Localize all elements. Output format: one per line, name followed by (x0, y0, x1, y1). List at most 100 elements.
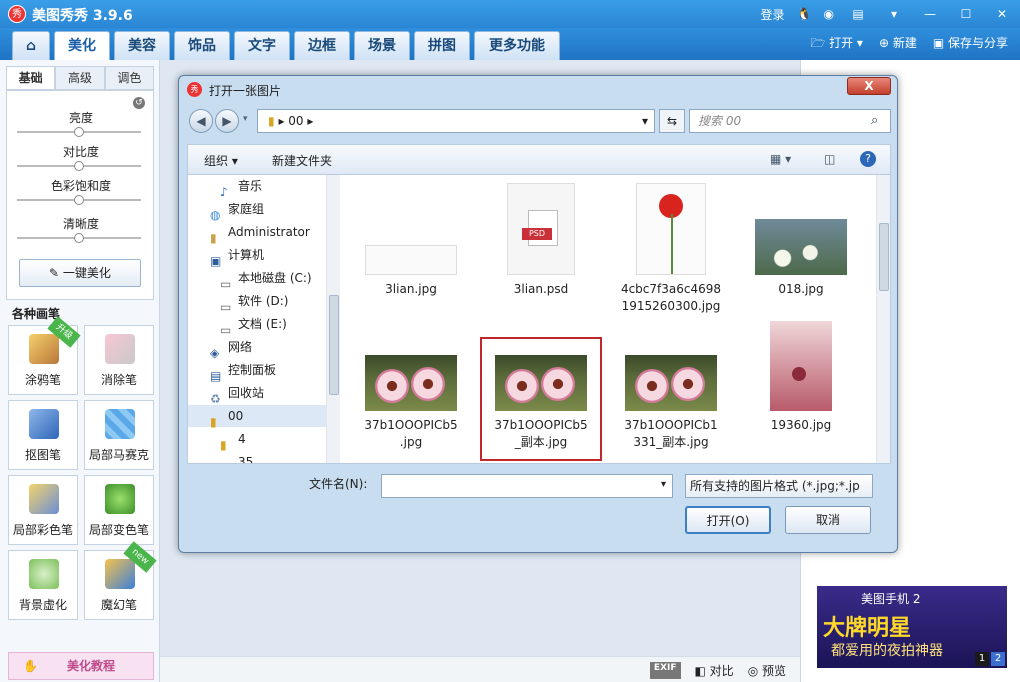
subtab-basic[interactable]: 基础 (6, 66, 56, 90)
menu-icon[interactable]: ▾ (882, 4, 906, 24)
search-input[interactable]: 搜索 00 (689, 109, 891, 133)
tool-bg-blur[interactable]: 背景虚化 (8, 550, 78, 620)
maximize-button[interactable]: ☐ (954, 4, 978, 24)
tool-magic-pen[interactable]: new 魔幻笔 (84, 541, 157, 620)
compare-button[interactable]: ◧ 对比 (695, 662, 734, 679)
tree-item-network[interactable]: ◈ 网络 (210, 336, 252, 360)
tab-scene[interactable]: 场景 (354, 31, 410, 60)
saturation-slider[interactable] (17, 195, 141, 205)
tab-beautify[interactable]: 美化 (54, 31, 110, 60)
skin-icon[interactable]: ▤ (846, 4, 870, 24)
tree-scroll-thumb[interactable] (329, 295, 339, 395)
filename-dropdown-icon[interactable]: ▾ (661, 479, 666, 490)
tab-more[interactable]: 更多功能 ▾ (474, 31, 560, 83)
file-item-selected[interactable]: 37b1OOOPICb5 _副本.jpg (486, 355, 596, 451)
subtab-advanced[interactable]: 高级 (55, 66, 105, 90)
slider-handle[interactable] (74, 127, 84, 137)
slider-handle[interactable] (74, 233, 84, 243)
open-file-button[interactable]: 打开(O) (685, 506, 771, 534)
forward-button[interactable]: ▶ (215, 109, 239, 133)
address-dropdown-icon[interactable]: ▾ (642, 110, 648, 132)
back-button[interactable]: ◀ (189, 109, 213, 133)
drive-icon: ▭ (220, 299, 232, 314)
login-link[interactable]: 登录 (761, 6, 785, 23)
close-button[interactable]: ✕ (990, 4, 1014, 24)
one-key-beautify-button[interactable]: ✎ 一键美化 (19, 259, 141, 287)
file-item[interactable]: 37b1OOOPICb5 .jpg (356, 355, 466, 451)
file-item[interactable]: 19360.jpg (746, 321, 856, 434)
tool-color-pen[interactable]: 局部彩色笔 (8, 475, 78, 545)
tool-doodle[interactable]: 升级 涂鸦笔 (8, 316, 81, 395)
tool-recolor-pen[interactable]: 局部变色笔 (84, 475, 154, 545)
tab-text[interactable]: 文字 (234, 31, 290, 60)
minimize-button[interactable]: — (918, 4, 942, 24)
exif-button[interactable]: EXIF (649, 662, 681, 679)
contrast-slider[interactable] (17, 161, 141, 171)
file-item[interactable]: 3lian.jpg (356, 245, 466, 298)
save-share-button[interactable]: ▣ 保存与分享 (933, 34, 1008, 55)
tab-face[interactable]: 美容 (114, 31, 170, 60)
open-button[interactable]: 🗁 打开 ▾ (810, 34, 863, 55)
tree-item-35[interactable]: ▮35 (220, 451, 253, 463)
subtab-color[interactable]: 调色 (104, 66, 154, 90)
home-icon[interactable]: ⌂ (12, 31, 50, 60)
file-scrollbar[interactable] (876, 175, 890, 463)
file-item[interactable]: 018.jpg (746, 219, 856, 298)
tree-scrollbar[interactable] (326, 175, 340, 463)
tree-item-control-panel[interactable]: ▤ 控制面板 (210, 359, 276, 383)
ad-page-2[interactable]: 2 (991, 652, 1005, 666)
tree-item-4[interactable]: ▮ 4 (220, 428, 246, 452)
preview-pane-icon[interactable]: ◫ (824, 152, 835, 166)
file-item[interactable]: 37b1OOOPICb1 331_副本.jpg (616, 355, 726, 451)
tree-item-homegroup[interactable]: ◍ 家庭组 (210, 198, 264, 222)
tree-item-computer[interactable]: ▣ 计算机 (210, 244, 264, 268)
new-button[interactable]: ⊕ 新建 (879, 34, 917, 55)
preview-button[interactable]: ◎ 预览 (748, 662, 786, 679)
view-icon[interactable]: ▦ ▾ (770, 152, 791, 166)
qq-icon[interactable]: 🐧 (797, 7, 812, 21)
ad-page-1[interactable]: 1 (975, 652, 989, 666)
sharpness-slider[interactable] (17, 233, 141, 243)
saturation-label: 色彩饱和度 (50, 179, 111, 193)
tree-item-drive-c[interactable]: ▭ 本地磁盘 (C:) (220, 267, 312, 291)
file-actions: 🗁 打开 ▾ ⊕ 新建 ▣ 保存与分享 (810, 34, 1008, 55)
tree-item-recycle-bin[interactable]: ♻ 回收站 (210, 382, 264, 406)
ad-pager: 1 2 (975, 652, 1005, 666)
file-scroll-thumb[interactable] (879, 223, 889, 291)
tree-item-music[interactable]: ♪ 音乐 (220, 175, 262, 199)
tool-mosaic[interactable]: 局部马赛克 (84, 400, 154, 470)
history-chevron-icon[interactable]: ▾ (243, 114, 248, 124)
brightness-label: 亮度 (68, 111, 93, 125)
file-item[interactable]: 4cbc7f3a6c4698 1915260300.jpg (616, 183, 726, 315)
organize-button[interactable]: 组织 ▾ (204, 152, 238, 169)
dialog-close-button[interactable]: X (847, 77, 891, 95)
tab-accessory[interactable]: 饰品 (174, 31, 230, 60)
adjust-panel: ↺ 亮度 对比度 色彩饱和度 清晰度 ✎ 一键美化 (6, 90, 154, 300)
search-icon[interactable]: ⌕ (871, 113, 878, 128)
file-item[interactable]: PSD 3lian.psd (486, 183, 596, 298)
cancel-button[interactable]: 取消 (785, 506, 871, 534)
tutorial-button[interactable]: ✋ 美化教程 (8, 652, 154, 680)
reset-icon[interactable]: ↺ (133, 97, 145, 109)
slider-handle[interactable] (74, 161, 84, 171)
tree-item-drive-e[interactable]: ▭ 文档 (E:) (220, 313, 287, 337)
tool-cutout[interactable]: 抠图笔 (8, 400, 78, 470)
tree-item-administrator[interactable]: ▮ Administrator (210, 221, 310, 245)
help-icon[interactable]: ? (860, 151, 876, 167)
plus-icon: ⊕ (878, 36, 893, 50)
new-folder-button[interactable]: 新建文件夹 (272, 152, 332, 169)
brightness-slider[interactable] (17, 127, 141, 137)
slider-handle[interactable] (74, 195, 84, 205)
file-thumbnail (365, 245, 457, 275)
tree-item-drive-d[interactable]: ▭ 软件 (D:) (220, 290, 288, 314)
ad-banner[interactable]: 美图手机 2 大牌明星 都爱用的夜拍神器 1 2 (817, 586, 1007, 668)
refresh-button[interactable]: ⇆ (659, 109, 685, 133)
address-bar[interactable]: ▮ ▸ 00 ▸ ▾ (257, 109, 655, 133)
file-type-select[interactable]: 所有支持的图片格式 (*.jpg;*.jp (685, 474, 873, 498)
tool-eraser[interactable]: 消除笔 (84, 325, 154, 395)
weibo-icon[interactable]: ◉ (824, 7, 834, 21)
tree-item-00[interactable]: ▮ 00 (188, 405, 326, 429)
filename-input[interactable]: ▾ (381, 474, 673, 498)
tab-border[interactable]: 边框 (294, 31, 350, 60)
tab-collage[interactable]: 拼图 (414, 31, 470, 60)
